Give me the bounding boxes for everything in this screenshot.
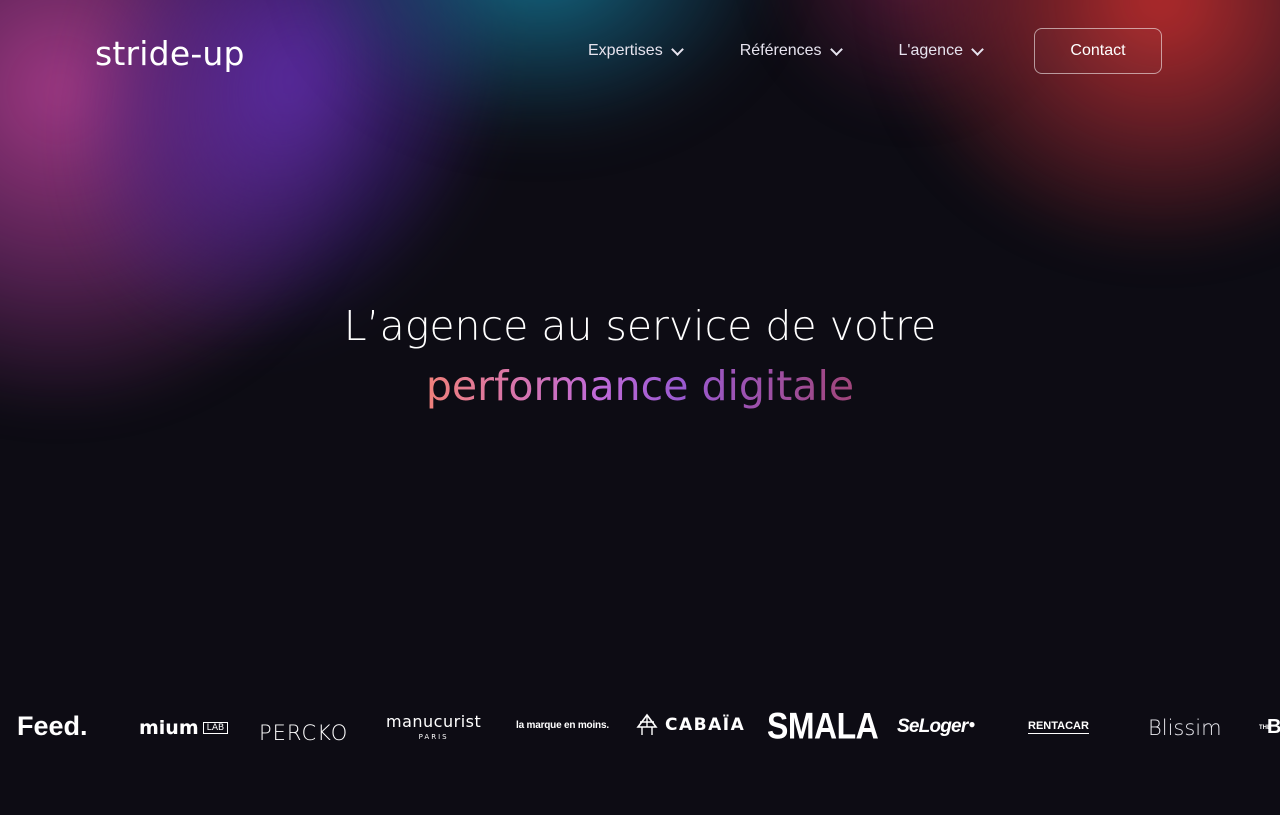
client-logo-rentacar: RENTACAR [1028,720,1089,734]
client-logo-feed: Feed. [17,711,88,741]
manucurist-subtext: PARIS [418,733,449,741]
seloger-text: SeLoger [897,716,968,737]
client-logos: Feed. mium LAB PERCKO manucurist PARIS l… [0,700,1280,760]
nav-item-agence[interactable]: L'agence [898,42,984,60]
page: stride-up Expertises Références L'agence… [0,0,1280,815]
hero-title: L’agence au service de votre [343,302,937,350]
site-logo[interactable]: stride-up [95,34,245,73]
hero-subtitle: performance digitale [0,362,1280,410]
mium-lab-badge: LAB [202,722,229,734]
main-nav: Expertises Références L'agence [588,42,1040,60]
hero-gradient-text: performance digitale [425,362,855,410]
contact-button[interactable]: Contact [1034,28,1162,74]
partial-logo-prefix: THE [1259,724,1271,731]
chevron-down-icon [971,42,984,56]
mium-text: mium [139,717,199,739]
client-logo-smala: SMALA [767,705,879,747]
client-logo-la-marque-en-moins: la marque en moins. [516,720,609,731]
client-logo-percko: PERCKO [259,721,349,745]
manucurist-text: manucurist [386,712,482,731]
client-logo-mium-lab: mium LAB [139,717,229,739]
partial-logo-text: B [1267,716,1280,738]
seloger-dot-icon: ● [968,717,975,731]
client-logo-partial: THE B [1259,716,1280,739]
nav-item-references[interactable]: Références [739,42,843,60]
nav-item-label: L'agence [898,42,963,59]
cabaia-tent-icon [636,713,658,735]
client-logo-seloger: SeLoger ● [897,716,976,738]
nav-item-label: Références [739,42,822,59]
cabaia-text: CABAÏA [665,715,746,735]
client-logo-manucurist: manucurist PARIS [386,712,481,741]
client-logo-blissim: Blissim [1148,716,1222,740]
nav-item-label: Expertises [588,42,663,59]
client-logo-cabaia: CABAÏA [635,713,745,737]
nav-item-expertises[interactable]: Expertises [588,42,684,60]
chevron-down-icon [829,42,843,56]
chevron-down-icon [670,42,684,56]
